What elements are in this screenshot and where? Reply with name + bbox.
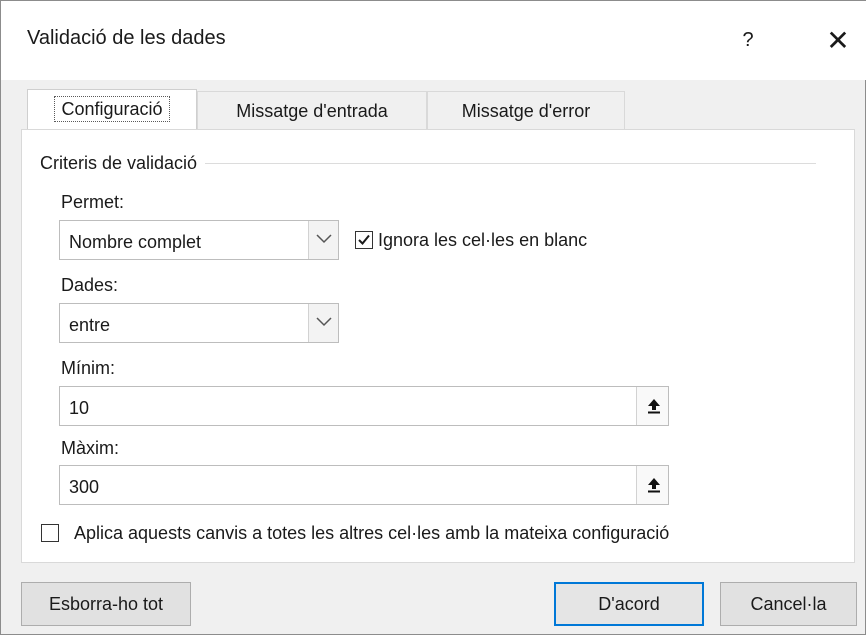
data-validation-dialog: Validació de les dades ? ✕ Configuració … [0, 0, 866, 635]
aplica-checkbox[interactable] [41, 524, 59, 542]
help-button[interactable]: ? [736, 26, 760, 54]
maxim-input[interactable]: 300 [59, 465, 669, 505]
tab-configuracio-label: Configuració [54, 96, 170, 122]
close-button[interactable]: ✕ [823, 23, 853, 59]
tab-missatge-entrada[interactable]: Missatge d'entrada [197, 91, 427, 129]
minim-label: Mínim: [61, 358, 115, 378]
dades-dropdown-button[interactable] [308, 304, 338, 342]
ignora-checkbox[interactable] [355, 231, 373, 249]
permet-select-value: Nombre complet [69, 232, 202, 252]
titlebar: Validació de les dades ? ✕ [1, 0, 866, 80]
ignora-label[interactable]: Ignora les cel·les en blanc [378, 230, 587, 250]
dades-select-value: entre [69, 315, 111, 335]
permet-label-text: Permet: [61, 192, 125, 212]
close-icon: ✕ [826, 25, 850, 56]
chevron-down-icon [316, 234, 332, 244]
minim-range-button[interactable] [636, 387, 668, 425]
collapse-dialog-icon [648, 478, 660, 493]
maxim-input-value: 300 [69, 477, 100, 497]
ok-button[interactable]: D'acord [554, 582, 704, 626]
criteris-group-label: Criteris de validació [40, 153, 206, 173]
maxim-label: Màxim: [61, 438, 119, 458]
checkmark-icon [358, 234, 370, 245]
collapse-dialog-icon [648, 399, 660, 414]
permet-dropdown-button[interactable] [308, 221, 338, 259]
window-title: Validació de les dades [27, 27, 226, 49]
tab-missatge-entrada-label: Missatge d'entrada [236, 101, 388, 121]
configuracio-panel: Criteris de validació Permet: Nombre com… [21, 129, 855, 563]
minim-input-value: 10 [69, 398, 90, 418]
tab-configuracio[interactable]: Configuració [27, 89, 197, 129]
tab-missatge-error[interactable]: Missatge d'error [427, 91, 625, 129]
chevron-down-icon [316, 317, 332, 327]
maxim-range-button[interactable] [636, 466, 668, 504]
dades-select[interactable]: entre [59, 303, 339, 343]
aplica-label[interactable]: Aplica aquests canvis a totes les altres… [74, 523, 669, 543]
dades-label: Dades: [61, 275, 119, 295]
cancel-button[interactable]: Cancel·la [720, 582, 857, 626]
permet-select[interactable]: Nombre complet [59, 220, 339, 260]
permet-label: Permet: [61, 192, 124, 212]
clear-all-button[interactable]: Esborra-ho tot [21, 582, 191, 626]
tab-missatge-error-label: Missatge d'error [461, 101, 591, 121]
minim-input[interactable]: 10 [59, 386, 669, 426]
